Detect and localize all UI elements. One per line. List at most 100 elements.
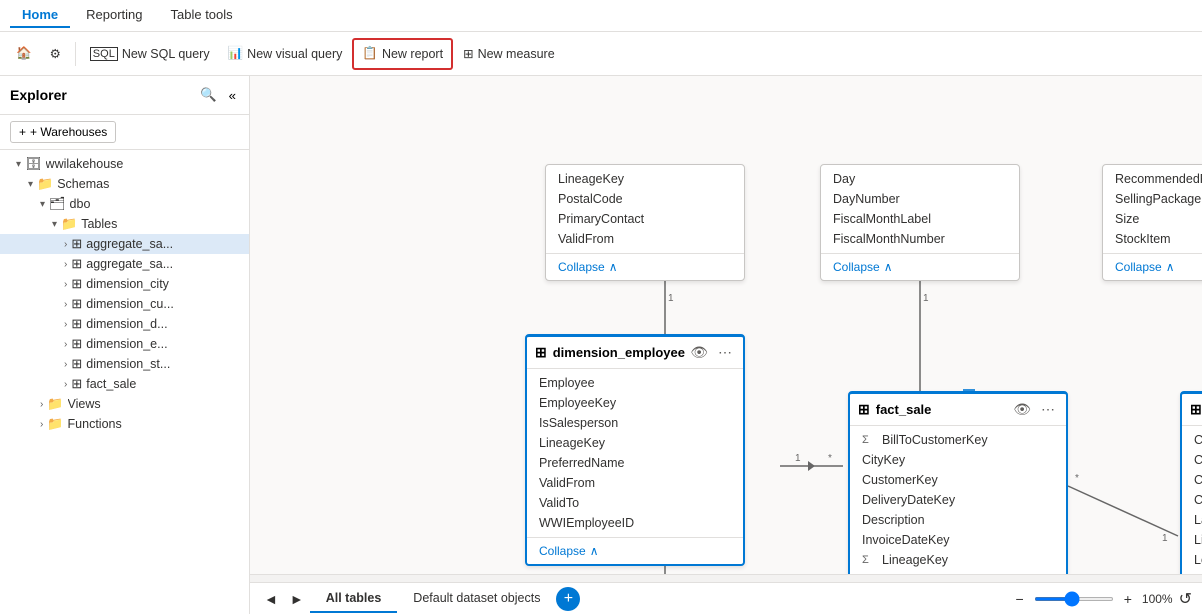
collapse-arrow-icon: ∧ bbox=[884, 260, 893, 274]
canvas-tab-all-tables[interactable]: All tables bbox=[310, 585, 398, 613]
tree-item-dimension-cu[interactable]: › ⊞ dimension_cu... bbox=[0, 294, 249, 314]
table-name: fact_sale bbox=[876, 402, 932, 417]
tree-item-wwilakehouse[interactable]: ▾ 🗄 wwilakehouse bbox=[0, 154, 249, 174]
db-table-upper-left[interactable]: LineageKey PostalCode PrimaryContact Val… bbox=[545, 164, 745, 281]
chevron-down-icon: ▾ bbox=[28, 179, 33, 190]
add-warehouses-btn[interactable]: + + Warehouses bbox=[10, 121, 116, 143]
row-label: DeliveryDateKey bbox=[862, 493, 955, 507]
row-label: FiscalMonthLabel bbox=[833, 212, 931, 226]
tree-label-dbo: dbo bbox=[70, 197, 241, 211]
tree-item-dimension-e[interactable]: › ⊞ dimension_e... bbox=[0, 334, 249, 354]
table-icon: ⊞ bbox=[71, 336, 82, 352]
table-icon: ⊞ bbox=[535, 344, 547, 361]
sidebar-header-actions: 🔍 « bbox=[197, 84, 239, 106]
collapse-btn-upper-mid[interactable]: Collapse ∧ bbox=[821, 253, 1019, 280]
row-label: ValidTo bbox=[539, 496, 579, 510]
tree-item-functions[interactable]: › 📁 Functions bbox=[0, 414, 249, 434]
tab-home[interactable]: Home bbox=[10, 3, 70, 28]
toolbar-home-icon-btn[interactable]: 🏠 bbox=[8, 38, 40, 70]
tree-item-aggregate-sa-2[interactable]: › ⊞ aggregate_sa... bbox=[0, 254, 249, 274]
table-row: SellingPackage bbox=[1103, 189, 1202, 209]
row-label: StockItem bbox=[1115, 232, 1171, 246]
db-table-fact-sale[interactable]: ⊞ fact_sale 👁 ⋯ Σ BillToCustomerKey City… bbox=[848, 391, 1068, 596]
tree-item-fact-sale[interactable]: › ⊞ fact_sale bbox=[0, 374, 249, 394]
chevron-right-icon: › bbox=[64, 319, 67, 330]
tree-item-dimension-st[interactable]: › ⊞ dimension_st... bbox=[0, 354, 249, 374]
chevron-right-icon: › bbox=[64, 359, 67, 370]
tab-nav-next[interactable]: ► bbox=[284, 589, 310, 609]
canvas-tab-default-dataset[interactable]: Default dataset objects bbox=[397, 585, 556, 613]
row-label: LineageKey bbox=[882, 553, 948, 567]
table-row-preferredname: PreferredName bbox=[527, 453, 743, 473]
new-report-btn[interactable]: 📋 New report bbox=[352, 38, 453, 70]
tree-item-schemas[interactable]: ▾ 📁 Schemas bbox=[0, 174, 249, 194]
new-measure-btn[interactable]: ⊞ New measure bbox=[455, 38, 563, 70]
svg-text:1: 1 bbox=[923, 293, 929, 304]
new-sql-query-btn[interactable]: SQL New SQL query bbox=[82, 38, 218, 70]
row-label: ValidFrom bbox=[539, 476, 595, 490]
tab-reporting[interactable]: Reporting bbox=[74, 3, 154, 28]
row-label: LineageKey bbox=[558, 172, 624, 186]
table-preview-btn[interactable]: 👁 bbox=[1010, 400, 1034, 419]
new-visual-label: New visual query bbox=[247, 47, 342, 61]
table-row: Size bbox=[1103, 209, 1202, 229]
db-table-upper-mid[interactable]: Day DayNumber FiscalMonthLabel FiscalMon… bbox=[820, 164, 1020, 281]
table-row: ValidFrom bbox=[546, 229, 744, 249]
row-label: Size bbox=[1115, 212, 1139, 226]
table-header-fact-sale: ⊞ fact_sale 👁 ⋯ bbox=[850, 394, 1066, 426]
db-table-dimension-city[interactable]: ⊞ dimension_city 👁 ⋯ City CityKey Contin… bbox=[1180, 391, 1202, 596]
collapse-arrow-icon: ∧ bbox=[609, 260, 618, 274]
table-more-btn[interactable]: ⋯ bbox=[715, 343, 735, 362]
toolbar-settings-btn[interactable]: ⚙ bbox=[42, 38, 69, 70]
tree-label-agg2: aggregate_sa... bbox=[86, 257, 241, 271]
tree-item-aggregate-sa-1[interactable]: › ⊞ aggregate_sa... bbox=[0, 234, 249, 254]
row-label: Country bbox=[1194, 493, 1202, 507]
table-preview-btn[interactable]: 👁 bbox=[687, 343, 711, 362]
row-label: Continent bbox=[1194, 473, 1202, 487]
tab-nav-prev[interactable]: ◄ bbox=[258, 589, 284, 609]
chevron-right-icon: › bbox=[40, 419, 43, 430]
sidebar-search-btn[interactable]: 🔍 bbox=[197, 84, 220, 106]
chevron-right-icon: › bbox=[64, 299, 67, 310]
table-row: LineageKey bbox=[546, 169, 744, 189]
zoom-in-btn[interactable]: + bbox=[1118, 589, 1138, 609]
row-label: WWIEmployeeID bbox=[539, 516, 634, 530]
table-body-upper-mid: Day DayNumber FiscalMonthLabel FiscalMon… bbox=[821, 165, 1019, 253]
tree-item-dbo[interactable]: ▾ 🗂 dbo bbox=[0, 194, 249, 214]
table-body-dimension-employee: Employee EmployeeKey IsSalesperson Linea… bbox=[527, 369, 743, 537]
chevron-right-icon: › bbox=[64, 339, 67, 350]
row-label: BillToCustomerKey bbox=[882, 433, 988, 447]
collapse-label: Collapse bbox=[833, 260, 880, 274]
chevron-right-icon: › bbox=[64, 259, 67, 270]
table-icon: ⊞ bbox=[1190, 401, 1202, 418]
refresh-btn[interactable]: ↺ bbox=[1177, 587, 1194, 611]
top-nav-bar: Home Reporting Table tools bbox=[0, 0, 1202, 32]
home-icon: 🏠 bbox=[16, 46, 32, 61]
collapse-btn-dimension-employee[interactable]: Collapse ∧ bbox=[527, 537, 743, 564]
db-table-upper-right[interactable]: RecommendedRetailPrice SellingPackage Si… bbox=[1102, 164, 1202, 281]
table-header-dimension-employee: ⊞ dimension_employee 👁 ⋯ bbox=[527, 337, 743, 369]
add-tab-btn[interactable]: + bbox=[556, 587, 580, 611]
row-label: Description bbox=[862, 513, 925, 527]
chevron-down-icon: ▾ bbox=[40, 199, 45, 210]
db-table-dimension-employee[interactable]: ⊞ dimension_employee 👁 ⋯ Employee Employ… bbox=[525, 334, 745, 566]
tree-item-dimension-d[interactable]: › ⊞ dimension_d... bbox=[0, 314, 249, 334]
collapse-btn-upper-right[interactable]: Collapse ∧ bbox=[1103, 253, 1202, 280]
zoom-slider[interactable] bbox=[1034, 597, 1114, 601]
table-row: PostalCode bbox=[546, 189, 744, 209]
svg-text:*: * bbox=[1075, 473, 1079, 484]
diagram-canvas[interactable]: 1 1 1 1 * * 1 1 × bbox=[250, 76, 1202, 614]
collapse-btn-upper-left[interactable]: Collapse ∧ bbox=[546, 253, 744, 280]
new-visual-query-btn[interactable]: 📊 New visual query bbox=[220, 38, 351, 70]
row-label: PostalCode bbox=[558, 192, 623, 206]
tree-label-wwilakehouse: wwilakehouse bbox=[46, 157, 241, 171]
horizontal-scrollbar[interactable] bbox=[250, 574, 1202, 582]
tab-tabletools[interactable]: Table tools bbox=[159, 3, 245, 28]
sidebar-collapse-btn[interactable]: « bbox=[226, 84, 239, 106]
table-more-btn[interactable]: ⋯ bbox=[1038, 400, 1058, 419]
tree-item-tables[interactable]: ▾ 📁 Tables bbox=[0, 214, 249, 234]
table-body-fact-sale: Σ BillToCustomerKey CityKey CustomerKey … bbox=[850, 426, 1066, 594]
tree-item-views[interactable]: › 📁 Views bbox=[0, 394, 249, 414]
zoom-out-btn[interactable]: − bbox=[1010, 589, 1030, 609]
tree-item-dimension-city[interactable]: › ⊞ dimension_city bbox=[0, 274, 249, 294]
